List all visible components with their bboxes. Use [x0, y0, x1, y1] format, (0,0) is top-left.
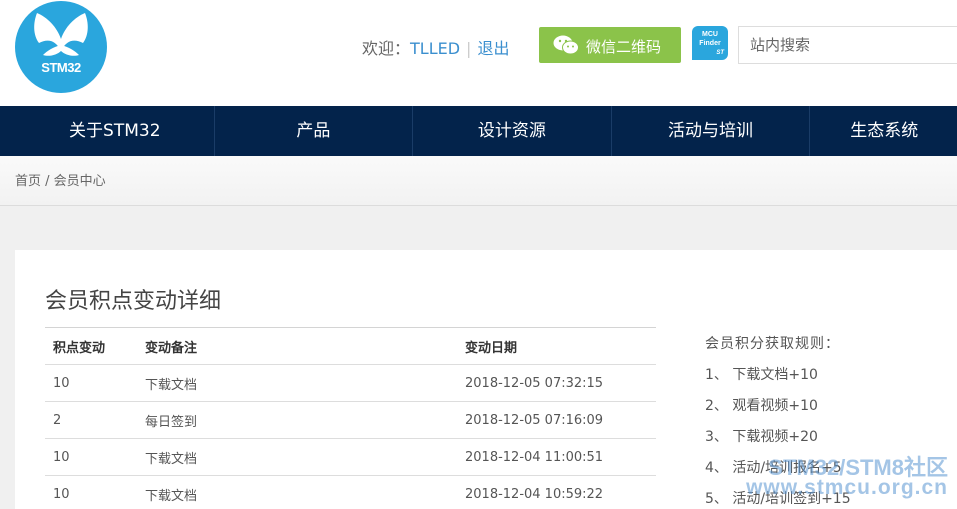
logout-link[interactable]: 退出 [477, 39, 509, 58]
rule-item: 1、 下载文档+10 [705, 367, 818, 383]
welcome-label: 欢迎： [362, 39, 411, 58]
wechat-icon [553, 35, 579, 55]
cell-points: 2 [45, 401, 137, 439]
rules-title: 会员积分获取规则： [705, 336, 840, 352]
butterfly-icon [34, 13, 88, 56]
breadcrumb: 首页 / 会员中心 [0, 156, 957, 206]
column-header-note: 变动备注 [137, 327, 457, 365]
mcu-finder-line2: Finder [699, 40, 721, 47]
search-input[interactable] [738, 26, 957, 64]
column-header-date: 变动日期 [457, 327, 656, 365]
table-row: 10 下载文档 2018-12-05 07:32:15 [45, 364, 656, 402]
table-header-row: 积点变动 变动备注 变动日期 [45, 327, 656, 365]
username-link[interactable]: TLLED [410, 39, 460, 58]
column-header-points: 积点变动 [45, 327, 137, 365]
cell-points: 10 [45, 364, 137, 402]
nav-item-about[interactable]: 关于STM32 [0, 106, 214, 156]
stm32-logo[interactable]: STM32 [15, 1, 107, 93]
points-table: 积点变动 变动备注 变动日期 10 下载文档 2018-12-05 07:32:… [45, 327, 656, 509]
mcu-finder-line1: MCU [702, 31, 718, 38]
separator: | [466, 39, 472, 58]
header: STM32 欢迎：TLLED | 退出 微信二维码 MCU Finder ST [0, 0, 957, 106]
watermark-line2: www.stmcu.org.cn [746, 476, 948, 499]
cell-date: 2018-12-04 10:59:22 [457, 475, 656, 509]
cell-date: 2018-12-04 11:00:51 [457, 438, 656, 476]
cell-date: 2018-12-05 07:16:09 [457, 401, 656, 439]
logo-text: STM32 [41, 60, 81, 75]
rule-item: 2、 观看视频+10 [705, 398, 818, 414]
cell-note: 下载文档 [137, 364, 457, 402]
nav-item-design-resources[interactable]: 设计资源 [412, 106, 611, 156]
nav-item-events-training[interactable]: 活动与培训 [610, 106, 810, 156]
mcu-finder-icon[interactable]: MCU Finder ST [692, 26, 728, 60]
main-nav: 关于STM32 产品 设计资源 活动与培训 生态系统 [0, 106, 957, 156]
nav-item-products[interactable]: 产品 [213, 106, 413, 156]
wechat-qrcode-button[interactable]: 微信二维码 [539, 27, 681, 63]
cell-date: 2018-12-05 07:32:15 [457, 364, 656, 402]
st-brand-mark: ST [716, 50, 724, 56]
cell-note: 下载文档 [137, 438, 457, 476]
nav-item-ecosystem[interactable]: 生态系统 [809, 106, 957, 156]
cell-note: 每日签到 [137, 401, 457, 439]
page-title: 会员积点变动详细 [45, 289, 222, 314]
cell-points: 10 [45, 438, 137, 476]
wechat-button-label: 微信二维码 [586, 38, 662, 56]
table-row: 10 下载文档 2018-12-04 11:00:51 [45, 438, 656, 476]
table-row: 2 每日签到 2018-12-05 07:16:09 [45, 401, 656, 439]
welcome-area: 欢迎：TLLED | 退出 [362, 35, 509, 59]
table-row: 10 下载文档 2018-12-04 10:59:22 [45, 475, 656, 509]
cell-points: 10 [45, 475, 137, 509]
cell-note: 下载文档 [137, 475, 457, 509]
